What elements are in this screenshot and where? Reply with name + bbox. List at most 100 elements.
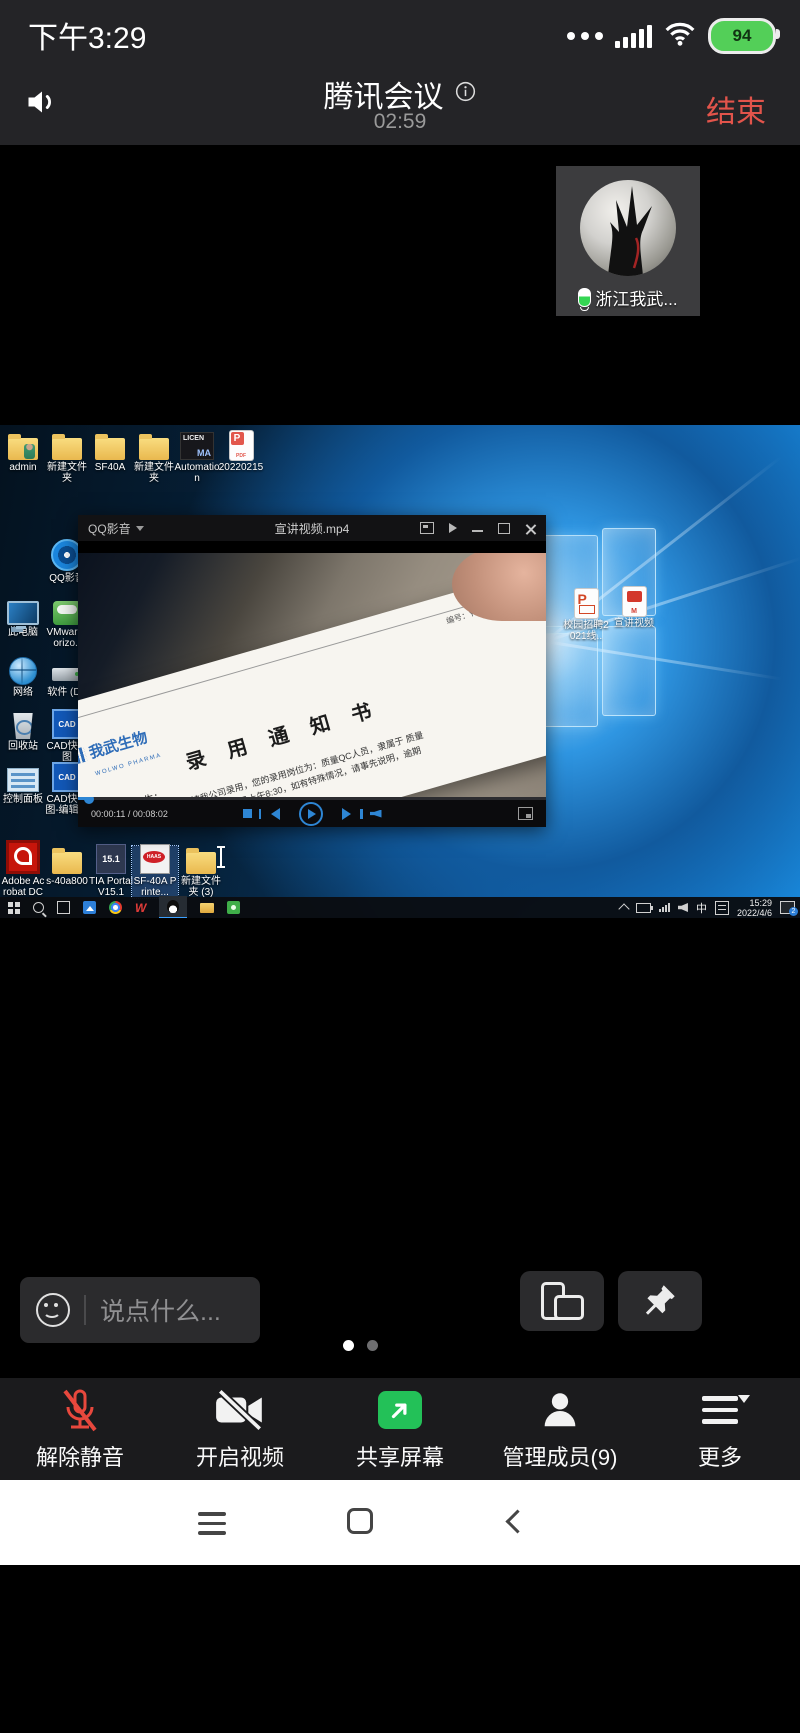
camera-off-icon xyxy=(213,1386,267,1434)
maximize-icon[interactable] xyxy=(498,523,510,534)
end-meeting-button[interactable]: 结束 xyxy=(700,86,772,132)
desktop-icon-s40a800[interactable]: s-40a800 xyxy=(44,846,90,887)
desktop-icon-20220215[interactable]: 20220215 xyxy=(218,432,264,473)
video-file-icon xyxy=(623,587,646,616)
finger-in-video xyxy=(452,547,546,621)
chrome-icon[interactable] xyxy=(109,901,122,914)
haas-printer-icon xyxy=(140,844,170,874)
tray-expand-icon[interactable] xyxy=(618,903,629,914)
shared-screen: admin 新建文件夹 SF40A 新建文件夹 Automation 20220… xyxy=(0,425,800,918)
cell-signal-icon xyxy=(615,24,652,48)
ppt-file-icon xyxy=(575,589,598,618)
desktop-icon-this-pc[interactable]: 此电脑 xyxy=(0,597,46,638)
page-dot xyxy=(367,1340,378,1351)
previous-button[interactable] xyxy=(271,808,280,820)
vmware-icon xyxy=(53,601,81,625)
remote-app-icon[interactable] xyxy=(227,901,240,914)
tray-volume-icon[interactable] xyxy=(678,903,688,912)
avatar xyxy=(580,180,676,276)
nav-menu-button[interactable] xyxy=(198,1512,226,1535)
notification-dots-icon xyxy=(567,32,603,40)
page-dot-active xyxy=(343,1340,354,1351)
desktop-icon-presentation-video[interactable]: 宣讲视频 xyxy=(610,588,658,629)
language-bar-icon[interactable] xyxy=(715,901,729,915)
mic-muted-icon xyxy=(56,1386,104,1434)
acrobat-icon xyxy=(6,840,40,874)
desktop-icon-network[interactable]: 网络 xyxy=(0,657,46,698)
participant-name: 浙江我武... xyxy=(595,285,677,310)
next-button[interactable] xyxy=(342,808,351,820)
page-indicator xyxy=(343,1340,378,1351)
share-screen-button[interactable]: 共享屏幕 xyxy=(320,1378,480,1480)
desktop-icon-admin[interactable]: admin xyxy=(0,432,46,473)
desktop-icon-new-folder[interactable]: 新建文件夹 xyxy=(44,432,90,484)
pin-button[interactable] xyxy=(618,1271,702,1331)
tray-network-icon[interactable] xyxy=(659,903,670,912)
playlist-icon[interactable] xyxy=(449,523,457,533)
status-icons: 94 xyxy=(567,18,776,54)
desktop-icon-campus-recruit-ppt[interactable]: 校园招聘2021线.. xyxy=(560,590,612,642)
close-icon[interactable] xyxy=(525,523,536,534)
taskbar-search-icon[interactable] xyxy=(33,902,44,913)
recycle-bin-icon xyxy=(12,713,34,739)
chat-input[interactable]: 说点什么... xyxy=(20,1277,260,1343)
nav-home-button[interactable] xyxy=(347,1508,373,1534)
folder-icon xyxy=(95,438,125,460)
play-button[interactable] xyxy=(299,802,323,826)
desktop-icon-tia-portal[interactable]: TIA Portal V15.1 xyxy=(88,846,134,898)
participant-tile[interactable]: 浙江我武... xyxy=(556,166,700,316)
task-view-icon[interactable] xyxy=(57,901,70,914)
start-button[interactable] xyxy=(8,902,20,914)
desktop-icon-recycle-bin[interactable]: 回收站 xyxy=(0,711,46,752)
meeting-toolbar: 解除静音 开启视频 共享屏幕 管理成员(9) 更多 xyxy=(0,1378,800,1480)
pin-icon xyxy=(642,1282,678,1321)
snapshot-icon[interactable] xyxy=(420,522,434,534)
control-panel-icon xyxy=(7,768,39,792)
stop-button[interactable] xyxy=(243,809,252,818)
emoji-icon[interactable] xyxy=(36,1293,70,1327)
taskbar-clock[interactable]: 15:29 2022/4/6 xyxy=(737,898,772,918)
player-control-bar: 00:00:11 / 00:08:02 xyxy=(78,797,546,827)
rotate-screen-button[interactable] xyxy=(520,1271,604,1331)
start-video-button[interactable]: 开启视频 xyxy=(160,1378,320,1480)
members-icon xyxy=(537,1386,583,1434)
more-button[interactable]: 更多 xyxy=(640,1378,800,1480)
qq-taskbar-icon[interactable] xyxy=(159,896,187,918)
folder-icon xyxy=(52,438,82,460)
pdf-file-icon xyxy=(230,431,253,460)
participant-name-row: 浙江我武... xyxy=(556,285,700,310)
volume-icon[interactable] xyxy=(370,810,382,818)
info-icon[interactable] xyxy=(454,77,477,111)
action-center-icon[interactable]: 2 xyxy=(780,901,795,914)
windows-logo-pane xyxy=(540,633,598,727)
unmute-button[interactable]: 解除静音 xyxy=(0,1378,160,1480)
video-frame[interactable]: 编号：YZ0130019 我武生物 WOLWO PHARMA 录 用 通 知 书… xyxy=(78,541,546,797)
player-title-bar[interactable]: QQ影音 宣讲视频.mp4 xyxy=(78,515,546,541)
ime-indicator[interactable]: 中 xyxy=(696,900,707,916)
desktop-icon-control-panel[interactable]: 控制面板 xyxy=(0,764,46,805)
folder-icon xyxy=(52,852,82,874)
detach-window-icon[interactable] xyxy=(518,807,533,820)
nav-back-button[interactable] xyxy=(505,1511,525,1531)
top-bars: 下午3:29 94 腾讯会议 02:59 结束 xyxy=(0,0,800,145)
tray-battery-icon[interactable] xyxy=(636,903,651,913)
desktop-icon-sf40a-printer[interactable]: SF-40A Printe... xyxy=(132,846,178,898)
wps-icon[interactable] xyxy=(135,899,146,917)
manage-members-button[interactable]: 管理成员(9) xyxy=(480,1378,640,1480)
battery-percent: 94 xyxy=(733,26,752,46)
qq-player-window: QQ影音 宣讲视频.mp4 编号：YZ0130019 我武生物 xyxy=(78,515,546,827)
windows-taskbar: 中 15:29 2022/4/6 2 xyxy=(0,897,800,918)
computer-icon xyxy=(7,601,39,625)
share-screen-icon xyxy=(378,1391,422,1429)
file-explorer-icon[interactable] xyxy=(200,903,214,913)
chat-placeholder: 说点什么... xyxy=(100,1292,221,1328)
rotate-screen-icon xyxy=(541,1282,583,1320)
tia-portal-icon xyxy=(96,844,126,874)
desktop-icon-new-folder-2[interactable]: 新建文件夹 xyxy=(131,432,177,484)
desktop-icon-automation[interactable]: Automation xyxy=(174,432,220,484)
minimize-icon[interactable] xyxy=(472,530,483,532)
desktop-icon-acrobat[interactable]: Adobe Acrobat DC xyxy=(0,846,46,898)
desktop-icon-sf40a[interactable]: SF40A xyxy=(87,432,133,473)
photos-app-icon[interactable] xyxy=(83,901,96,914)
desktop-icon-new-folder-3[interactable]: 新建文件夹 (3) xyxy=(178,846,224,898)
